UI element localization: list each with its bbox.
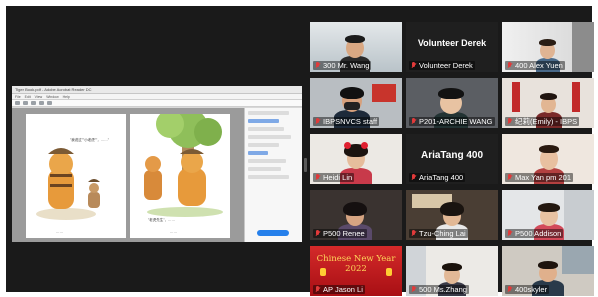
muted-mic-icon: [411, 118, 417, 125]
split-view-drag-handle[interactable]: [304, 158, 307, 172]
participant-tile[interactable]: AriaTang 400 AriaTang 400: [406, 134, 498, 184]
muted-mic-icon: [315, 230, 321, 237]
toolbar-icon[interactable]: [47, 101, 52, 105]
participant-name: Volunteer Derek: [419, 61, 473, 70]
muted-mic-icon: [411, 230, 417, 237]
participant-tile[interactable]: Max Yan pm 201: [502, 134, 594, 184]
left-page-footer: ……: [56, 230, 63, 234]
pdf-tools-panel[interactable]: [244, 108, 302, 242]
participant-tile[interactable]: 400 Alex Yuen: [502, 22, 594, 72]
toolbar-icon[interactable]: [23, 101, 28, 105]
participant-name: P500 Renee: [323, 229, 365, 238]
toolbar-icon[interactable]: [15, 101, 20, 105]
participant-tile[interactable]: Volunteer Derek Volunteer Derek: [406, 22, 498, 72]
participant-tile[interactable]: Chinese New Year 2022 AP Jason Li: [310, 246, 402, 296]
participant-name: 500 Ms.Zhang: [419, 285, 467, 294]
participant-name: P201-ARCHIE WANG: [419, 117, 493, 126]
participant-name: Tzu-Ching Lai: [419, 229, 466, 238]
pdf-title: Tiger Book.pdf - Adobe Acrobat Reader DC: [15, 87, 92, 92]
pdf-page-right: "老虎先生"，…… ……: [130, 108, 230, 238]
participant-name: P500 Addison: [515, 229, 562, 238]
menu-edit[interactable]: Edit: [25, 95, 31, 99]
muted-mic-icon: [507, 230, 513, 237]
muted-mic-icon: [507, 174, 513, 181]
pdf-panel-button[interactable]: [257, 230, 289, 236]
left-page-text: "我说过""小老虎""，……": [70, 138, 109, 142]
participant-display-name: AriaTang 400: [420, 150, 484, 161]
tiger-illustration-left: [36, 148, 100, 220]
participant-name: AriaTang 400: [419, 173, 464, 182]
participant-tile[interactable]: 400skyler: [502, 246, 594, 296]
pdf-title-bar: Tiger Book.pdf - Adobe Acrobat Reader DC: [12, 86, 302, 94]
menu-view[interactable]: View: [35, 95, 43, 99]
participant-tile[interactable]: Tzu-Ching Lai: [406, 190, 498, 240]
participant-tile[interactable]: 300 Mr. Wang: [310, 22, 402, 72]
muted-mic-icon: [315, 174, 321, 181]
tiger-illustration-right: [144, 108, 223, 217]
participant-tile[interactable]: Heidi Lin: [310, 134, 402, 184]
menu-file[interactable]: File: [15, 95, 21, 99]
right-page-footer: ……: [170, 230, 177, 234]
menu-window[interactable]: Window: [46, 95, 58, 99]
zoom-meeting-window: Tiger Book.pdf - Adobe Acrobat Reader DC…: [6, 6, 594, 296]
participant-tile[interactable]: IBPSNVCS staff: [310, 78, 402, 128]
right-page-text: "老虎先生"，……: [148, 218, 175, 222]
participant-name: 纪莉(Emily) - IBPS: [515, 117, 578, 126]
participant-name: 400skyler: [515, 285, 548, 294]
participant-tile[interactable]: P201-ARCHIE WANG: [406, 78, 498, 128]
muted-mic-icon: [507, 118, 513, 125]
participant-display-name: Volunteer Derek: [417, 38, 487, 48]
muted-mic-icon: [411, 174, 417, 181]
muted-mic-icon: [507, 286, 513, 293]
participant-name: AP Jason Li: [323, 285, 363, 294]
muted-mic-icon: [411, 62, 417, 69]
participant-tile[interactable]: P500 Addison: [502, 190, 594, 240]
participant-tile[interactable]: 500 Ms.Zhang: [406, 246, 498, 296]
participant-tile[interactable]: P500 Renee: [310, 190, 402, 240]
toolbar-icon[interactable]: [39, 101, 44, 105]
participant-name: Max Yan pm 201: [515, 173, 572, 182]
muted-mic-icon: [315, 286, 321, 293]
pdf-document-area[interactable]: "我说过""小老虎""，……" …… "老虎先生"，…… ……: [12, 108, 244, 242]
muted-mic-icon: [315, 118, 321, 125]
pdf-toolbar: [12, 100, 302, 107]
muted-mic-icon: [411, 286, 417, 293]
shared-screen-pdf-viewer[interactable]: Tiger Book.pdf - Adobe Acrobat Reader DC…: [12, 86, 302, 242]
participant-name: Heidi Lin: [323, 173, 353, 182]
participant-name: 400 Alex Yuen: [515, 61, 563, 70]
pdf-page-left: "我说过""小老虎""，……" ……: [26, 114, 126, 238]
muted-mic-icon: [315, 62, 321, 69]
participant-name: IBPSNVCS staff: [323, 117, 378, 126]
participant-tile[interactable]: 纪莉(Emily) - IBPS: [502, 78, 594, 128]
toolbar-icon[interactable]: [31, 101, 36, 105]
participant-name: 300 Mr. Wang: [323, 61, 370, 70]
muted-mic-icon: [507, 62, 513, 69]
menu-help[interactable]: Help: [63, 95, 70, 99]
